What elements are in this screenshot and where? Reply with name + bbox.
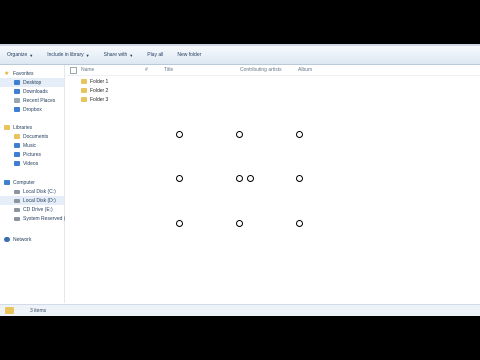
nav-item-label: Music xyxy=(23,142,37,149)
column-name[interactable]: Name xyxy=(81,67,94,73)
new-folder-button[interactable]: New folder xyxy=(170,52,208,58)
nav-item-system-reserved-h[interactable]: System Reserved (H:) xyxy=(0,214,72,223)
status-bar: 3 items xyxy=(0,304,480,316)
play-all-label: Play all xyxy=(147,52,164,58)
nav-item-dropbox[interactable]: Dropbox xyxy=(0,105,64,114)
column-album[interactable]: Album xyxy=(298,67,312,73)
share-with-button[interactable]: Share with ▼ xyxy=(97,52,141,58)
nav-item-documents[interactable]: Documents xyxy=(0,132,64,141)
resize-handle-top-center[interactable] xyxy=(236,131,243,138)
file-name: Folder 3 xyxy=(90,96,109,103)
column-header-row: Name # Title Contributing artists Album xyxy=(65,65,480,76)
nav-item-recent-places[interactable]: Recent Places xyxy=(0,96,64,105)
command-bar: Organize ▼ Include in library ▼ Share wi… xyxy=(0,46,480,65)
new-folder-label: New folder xyxy=(177,52,202,58)
organize-label: Organize xyxy=(7,52,28,58)
share-with-label: Share with xyxy=(103,52,128,58)
play-all-button[interactable]: Play all xyxy=(140,52,170,58)
dropbox-icon xyxy=(14,107,20,112)
chevron-down-icon: ▼ xyxy=(29,52,34,58)
chevron-down-icon: ▼ xyxy=(85,52,90,58)
resize-handle-middle-left[interactable] xyxy=(176,175,183,182)
file-name: Folder 1 xyxy=(90,78,109,85)
include-in-library-button[interactable]: Include in library ▼ xyxy=(40,52,96,58)
resize-handle-top-right[interactable] xyxy=(296,131,303,138)
nav-item-label: Dropbox xyxy=(23,106,42,113)
explorer-window: Organize ▼ Include in library ▼ Share wi… xyxy=(0,44,480,316)
select-all-checkbox[interactable] xyxy=(70,67,77,74)
computer-icon xyxy=(4,180,10,185)
resize-handle-center[interactable] xyxy=(236,175,243,182)
resize-handle-middle-right[interactable] xyxy=(296,175,303,182)
resize-handle-bottom-center[interactable] xyxy=(236,220,243,227)
nav-network[interactable]: Network xyxy=(0,235,64,244)
folder-icon xyxy=(81,79,87,84)
videos-icon xyxy=(14,161,20,166)
folder-icon xyxy=(81,97,87,102)
nav-item-label: CD Drive (E:) xyxy=(23,206,53,213)
cd-drive-icon xyxy=(14,207,20,212)
disk-icon xyxy=(14,198,20,203)
music-icon xyxy=(14,143,20,148)
nav-item-label: Documents xyxy=(23,133,49,140)
include-in-library-label: Include in library xyxy=(47,52,84,58)
navigation-pane: ★ Favorites Desktop Downloads Recent Pla… xyxy=(0,65,72,303)
nav-item-label: Desktop xyxy=(23,79,42,86)
downloads-icon xyxy=(14,89,20,94)
list-item[interactable]: Folder 3 xyxy=(81,95,108,104)
disk-icon xyxy=(14,216,20,221)
file-list: Name # Title Contributing artists Album … xyxy=(65,65,480,303)
nav-libraries-label: Libraries xyxy=(13,124,33,131)
nav-item-label: Local Disk (C:) xyxy=(23,188,56,195)
nav-item-label: Recent Places xyxy=(23,97,56,104)
organize-button[interactable]: Organize ▼ xyxy=(0,52,40,58)
nav-item-local-disk-c[interactable]: Local Disk (C:) xyxy=(0,187,64,196)
nav-item-videos[interactable]: Videos xyxy=(0,159,64,168)
list-item[interactable]: Folder 2 xyxy=(81,86,108,95)
file-name: Folder 2 xyxy=(90,87,109,94)
resize-handle-bottom-right[interactable] xyxy=(296,220,303,227)
nav-computer-label: Computer xyxy=(13,179,35,186)
star-icon: ★ xyxy=(4,70,10,77)
nav-item-desktop[interactable]: Desktop xyxy=(0,78,64,87)
column-number[interactable]: # xyxy=(145,67,148,73)
nav-libraries[interactable]: Libraries xyxy=(0,123,64,132)
desktop-icon xyxy=(14,80,20,85)
nav-item-local-disk-d[interactable]: Local Disk (D:) xyxy=(0,196,64,205)
folder-icon xyxy=(81,88,87,93)
pictures-icon xyxy=(14,152,20,157)
nav-item-music[interactable]: Music xyxy=(0,141,64,150)
nav-item-label: Local Disk (D:) xyxy=(23,197,56,204)
folder-icon xyxy=(5,307,14,314)
nav-item-pictures[interactable]: Pictures xyxy=(0,150,64,159)
disk-icon xyxy=(14,189,20,194)
libraries-icon xyxy=(4,125,10,130)
nav-favorites[interactable]: ★ Favorites xyxy=(0,69,64,78)
nav-favorites-label: Favorites xyxy=(13,70,34,77)
recent-places-icon xyxy=(14,98,20,103)
nav-item-cd-drive-e[interactable]: CD Drive (E:) xyxy=(0,205,64,214)
nav-item-downloads[interactable]: Downloads xyxy=(0,87,64,96)
network-icon xyxy=(4,237,10,242)
column-title[interactable]: Title xyxy=(164,67,173,73)
nav-item-label: Pictures xyxy=(23,151,42,158)
item-count: 3 items xyxy=(30,308,47,314)
documents-icon xyxy=(14,134,20,139)
list-item[interactable]: Folder 1 xyxy=(81,77,108,86)
nav-item-label: Videos xyxy=(23,160,39,167)
nav-computer[interactable]: Computer xyxy=(0,178,64,187)
nav-network-label: Network xyxy=(13,236,32,243)
resize-handle-top-left[interactable] xyxy=(176,131,183,138)
resize-handle-bottom-left[interactable] xyxy=(176,220,183,227)
chevron-down-icon: ▼ xyxy=(129,52,134,58)
rotate-handle[interactable] xyxy=(247,175,254,182)
column-contributing-artists[interactable]: Contributing artists xyxy=(240,67,282,73)
nav-item-label: Downloads xyxy=(23,88,48,95)
